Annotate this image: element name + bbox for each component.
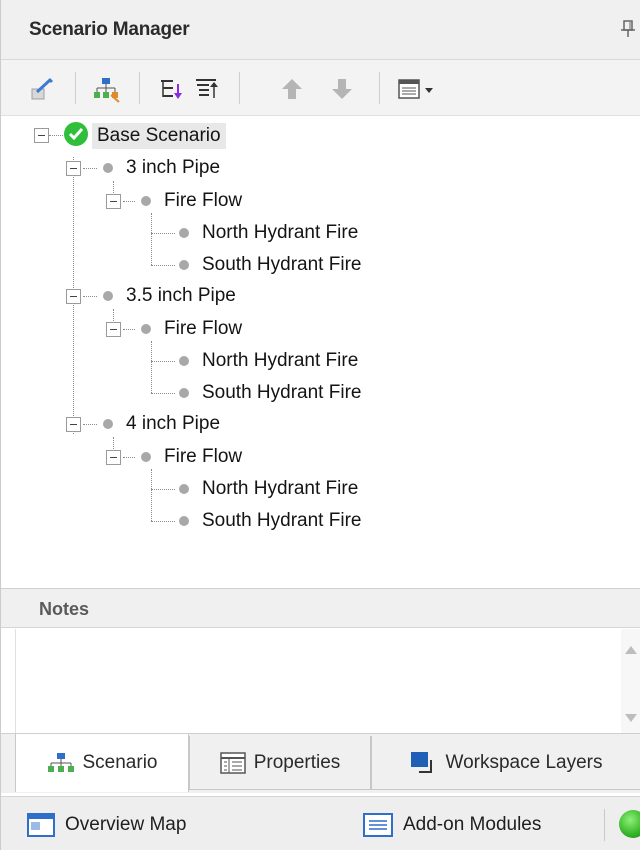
tree-node-label: North Hydrant Fire	[202, 350, 359, 371]
scenario-dot-icon	[103, 419, 113, 429]
scenario-tree-icon	[47, 752, 75, 774]
scenario-dot-icon	[103, 291, 113, 301]
scenario-dot-icon	[179, 356, 189, 366]
tree-node-label: Base Scenario	[92, 123, 226, 149]
notes-label: Notes	[39, 599, 90, 619]
scroll-up-icon[interactable]	[625, 641, 637, 659]
collapse-toggle[interactable]	[106, 194, 121, 209]
tree-node-base-scenario[interactable]: Base Scenario	[63, 121, 226, 151]
panel-titlebar: Scenario Manager	[1, 0, 640, 60]
overview-map-icon	[27, 812, 55, 838]
move-down-icon[interactable]	[327, 74, 357, 104]
tree-node-label: South Hydrant Fire	[202, 382, 362, 403]
tree-node[interactable]: Fire Flow	[141, 442, 242, 472]
status-indicator-icon[interactable]	[619, 810, 640, 838]
pin-icon[interactable]	[618, 18, 638, 40]
tree-node-label: Fire Flow	[164, 190, 243, 211]
scenario-dot-icon	[179, 484, 189, 494]
scenario-dot-icon	[179, 516, 189, 526]
tab-properties[interactable]: Properties	[189, 736, 371, 790]
collapse-toggle[interactable]	[66, 289, 81, 304]
panel-title: Scenario Manager	[29, 19, 190, 40]
collapse-toggle[interactable]	[66, 161, 81, 176]
tree-node[interactable]: North Hydrant Fire	[179, 474, 358, 504]
tree-node-label: 3.5 inch Pipe	[126, 285, 236, 306]
tree-node-label: North Hydrant Fire	[202, 478, 359, 499]
tree-node[interactable]: North Hydrant Fire	[179, 218, 358, 248]
tree-node[interactable]: Fire Flow	[141, 186, 242, 216]
create-child-scenario-icon[interactable]	[91, 74, 121, 104]
tab-scenario[interactable]: Scenario	[15, 734, 189, 792]
tree-node-label: South Hydrant Fire	[202, 510, 362, 531]
active-check-icon	[63, 121, 89, 152]
scenario-dot-icon	[141, 196, 151, 206]
addon-modules-icon	[363, 813, 393, 837]
scenario-toolbar	[1, 60, 640, 116]
collapse-toggle[interactable]	[66, 417, 81, 432]
scenario-dot-icon	[103, 163, 113, 173]
bottom-tabstrip: Scenario Properties Workspace Layers	[1, 733, 640, 793]
tree-node-label: Fire Flow	[164, 318, 243, 339]
overview-map-button[interactable]: Overview Map	[27, 811, 186, 839]
expand-tree-icon[interactable]	[155, 74, 185, 104]
tree-node-label: 3 inch Pipe	[126, 157, 221, 178]
scroll-down-icon[interactable]	[625, 709, 637, 727]
scenario-dot-icon	[141, 452, 151, 462]
collapse-toggle[interactable]	[106, 322, 121, 337]
notes-textarea[interactable]	[15, 629, 640, 733]
tree-node-label: 4 inch Pipe	[126, 413, 221, 434]
scenario-dot-icon	[179, 388, 189, 398]
collapse-toggle[interactable]	[34, 128, 49, 143]
scenario-tree: Base Scenario 3 inch Pipe Fire Flow Nort…	[1, 117, 640, 587]
notes-scrollbar[interactable]	[621, 629, 640, 733]
scenario-manager-panel: Scenario Manager Base Scenario 3 inch Pi…	[0, 0, 640, 850]
tree-node[interactable]: South Hydrant Fire	[179, 506, 361, 536]
edit-scenario-icon[interactable]	[27, 74, 57, 104]
scenario-dot-icon	[179, 260, 189, 270]
notes-header: Notes	[1, 588, 640, 628]
tab-label: Workspace Layers	[445, 751, 603, 773]
tree-node[interactable]: Fire Flow	[141, 314, 242, 344]
tree-node-label: North Hydrant Fire	[202, 222, 359, 243]
scenario-dot-icon	[141, 324, 151, 334]
move-up-icon[interactable]	[277, 74, 307, 104]
addon-modules-label: Add-on Modules	[403, 814, 542, 835]
addon-modules-button[interactable]: Add-on Modules	[363, 811, 541, 839]
tree-node-label: South Hydrant Fire	[202, 254, 362, 275]
tree-node[interactable]: South Hydrant Fire	[179, 250, 361, 280]
tree-node[interactable]: South Hydrant Fire	[179, 378, 361, 408]
collapse-toggle[interactable]	[106, 450, 121, 465]
tree-node-label: Fire Flow	[164, 446, 243, 467]
view-options-icon[interactable]	[393, 74, 449, 104]
overview-map-label: Overview Map	[65, 814, 187, 835]
tree-node[interactable]: 3 inch Pipe	[103, 153, 220, 183]
properties-grid-icon	[219, 751, 246, 774]
tab-label: Scenario	[82, 752, 158, 773]
tree-node[interactable]: 4 inch Pipe	[103, 409, 220, 439]
tab-workspace-layers[interactable]: Workspace Layers	[371, 736, 640, 790]
tab-label: Properties	[253, 751, 341, 773]
tree-node[interactable]: North Hydrant Fire	[179, 346, 358, 376]
layers-icon	[410, 751, 438, 775]
scenario-dot-icon	[179, 228, 189, 238]
status-bar: Overview Map Add-on Modules	[1, 796, 640, 850]
tree-node[interactable]: 3.5 inch Pipe	[103, 281, 236, 311]
collapse-tree-icon[interactable]	[191, 74, 221, 104]
